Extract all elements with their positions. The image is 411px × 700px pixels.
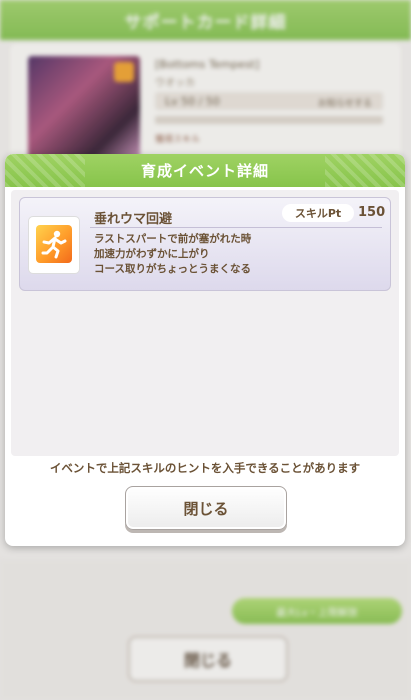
skill-description-line: コース取りがちょっとうまくなる <box>94 263 251 275</box>
dialog-title: 育成イベント詳細 <box>140 162 269 180</box>
skill-pt-value: 150 <box>358 205 386 220</box>
dialog-body: 垂れウマ回避 スキルPt 150 ラストスパートで前が塞がれた時 加速力がわずか… <box>11 190 399 456</box>
speed-skill-icon <box>36 225 72 263</box>
skill-icon-frame <box>28 216 80 274</box>
skill-description: ラストスパートで前が塞がれた時 加速力がわずかに上がり コース取りがちょっとうま… <box>94 232 251 277</box>
dialog-header: 育成イベント詳細 <box>5 154 405 187</box>
hint-notice: イベントで上記スキルのヒントを入手できることがあります <box>49 461 361 475</box>
skill-divider <box>90 227 382 228</box>
skill-description-line: 加速力がわずかに上がり <box>94 248 210 260</box>
skill-description-line: ラストスパートで前が塞がれた時 <box>94 233 252 245</box>
skill-card[interactable]: 垂れウマ回避 スキルPt 150 ラストスパートで前が塞がれた時 加速力がわずか… <box>19 197 391 291</box>
skill-name: 垂れウマ回避 <box>94 212 173 227</box>
event-detail-dialog: 育成イベント詳細 垂れウマ回避 スキルPt 150 ラストスパートで前が塞がれた… <box>5 154 405 546</box>
running-figure-icon <box>41 230 67 259</box>
skill-pt-label: スキルPt <box>282 204 354 222</box>
close-button[interactable]: 閉じる <box>125 486 287 530</box>
